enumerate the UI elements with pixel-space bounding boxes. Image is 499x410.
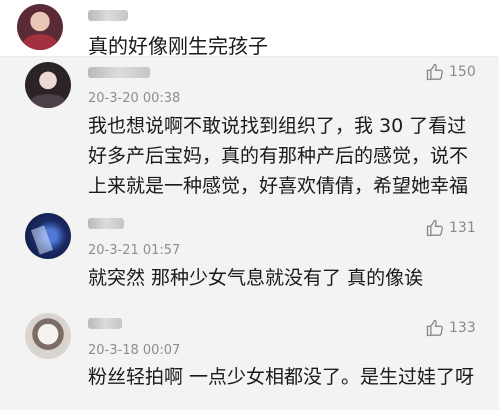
comment-text: 粉丝轻拍啊 一点少女相都没了。是生过娃了呀: [88, 366, 475, 388]
thumbs-up-icon: [426, 319, 443, 337]
username-blurred: [88, 67, 150, 78]
username-blurred: [88, 318, 122, 329]
like-count: 131: [449, 220, 476, 236]
avatar[interactable]: [17, 4, 63, 50]
comment-date: 20-3-20 00:38: [88, 91, 181, 106]
like-count: 150: [449, 64, 476, 80]
like-button[interactable]: 150: [425, 62, 476, 82]
username-blurred: [88, 218, 124, 229]
avatar[interactable]: [25, 213, 71, 259]
comment-date: 20-3-18 00:07: [88, 343, 181, 358]
username-blurred: [88, 10, 128, 21]
like-count: 133: [449, 320, 476, 336]
avatar[interactable]: [25, 62, 71, 108]
like-button[interactable]: 133: [425, 318, 476, 338]
thumbs-up-icon: [426, 219, 443, 237]
like-button[interactable]: 131: [425, 218, 476, 238]
avatar[interactable]: [25, 313, 71, 359]
thumbs-up-icon: [426, 63, 443, 81]
comment-date: 20-3-21 01:57: [88, 243, 181, 258]
comment-text: 我也想说啊不敢说找到组织了，我 30 了看过 好多产后宝妈，真的有那种产后的感觉…: [88, 115, 469, 197]
comment-text: 就突然 那种少女气息就没有了 真的像诶: [88, 267, 424, 289]
top-comment-text: 真的好像刚生完孩子: [88, 34, 268, 58]
